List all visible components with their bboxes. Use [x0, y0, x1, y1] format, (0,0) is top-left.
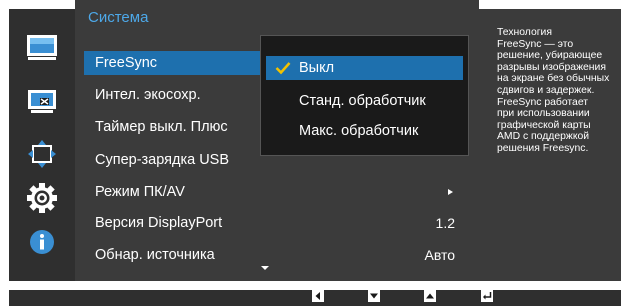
category-icon-bar	[9, 9, 75, 281]
menu-item-label: Интел. экосохр.	[95, 87, 201, 103]
checkmark-icon	[275, 62, 291, 75]
left-arrow-icon[interactable]	[312, 290, 324, 302]
option-label: Станд. обработчик	[299, 93, 426, 109]
system-gear-icon[interactable]	[24, 183, 60, 213]
picture-icon[interactable]	[24, 33, 60, 63]
down-arrow-icon[interactable]	[368, 290, 380, 302]
enter-icon[interactable]	[481, 290, 493, 302]
freesync-submenu: Выкл Станд. обработчик Макс. обработчик	[260, 35, 469, 156]
control-guide-bar	[9, 290, 621, 306]
menu-item-value: 1.2	[435, 215, 455, 231]
description-panel: Технология FreeSync — это решение, убира…	[479, 9, 621, 281]
option-label: Макс. обработчик	[299, 123, 419, 139]
menu-item-label: Режим ПК/AV	[95, 184, 185, 200]
description-text: Технология FreeSync — это решение, убира…	[497, 27, 610, 154]
up-arrow-icon[interactable]	[424, 290, 436, 302]
menu-item-value: Авто	[424, 247, 455, 263]
menu-item-label: Версия DisplayPort	[95, 215, 223, 231]
menu-item-source-detection[interactable]: Обнар. источника Авто	[84, 243, 469, 267]
option-ultimate-engine[interactable]: Макс. обработчик	[266, 119, 463, 143]
position-icon[interactable]	[24, 139, 60, 169]
menu-item-label: Супер-зарядка USB	[95, 152, 230, 168]
menu-item-label: FreeSync	[95, 55, 158, 71]
menu-item-label: Обнар. источника	[95, 247, 215, 263]
option-standard-engine[interactable]: Станд. обработчик	[266, 89, 463, 113]
option-label: Выкл	[299, 60, 335, 76]
information-icon[interactable]	[24, 227, 60, 257]
osd-window: Система FreeSync Интел. экосохр. Таймер …	[0, 0, 621, 281]
menu-item-label: Таймер выкл. Плюс	[95, 119, 228, 135]
submenu-arrow-icon	[448, 189, 453, 195]
menu-title: Система	[88, 9, 149, 26]
screen-adjust-icon[interactable]	[24, 87, 60, 117]
menu-item-pc-av-mode[interactable]: Режим ПК/AV	[84, 180, 469, 204]
scroll-down-icon[interactable]	[261, 266, 269, 270]
option-off[interactable]: Выкл	[266, 56, 463, 80]
menu-item-displayport-version[interactable]: Версия DisplayPort 1.2	[84, 211, 469, 235]
